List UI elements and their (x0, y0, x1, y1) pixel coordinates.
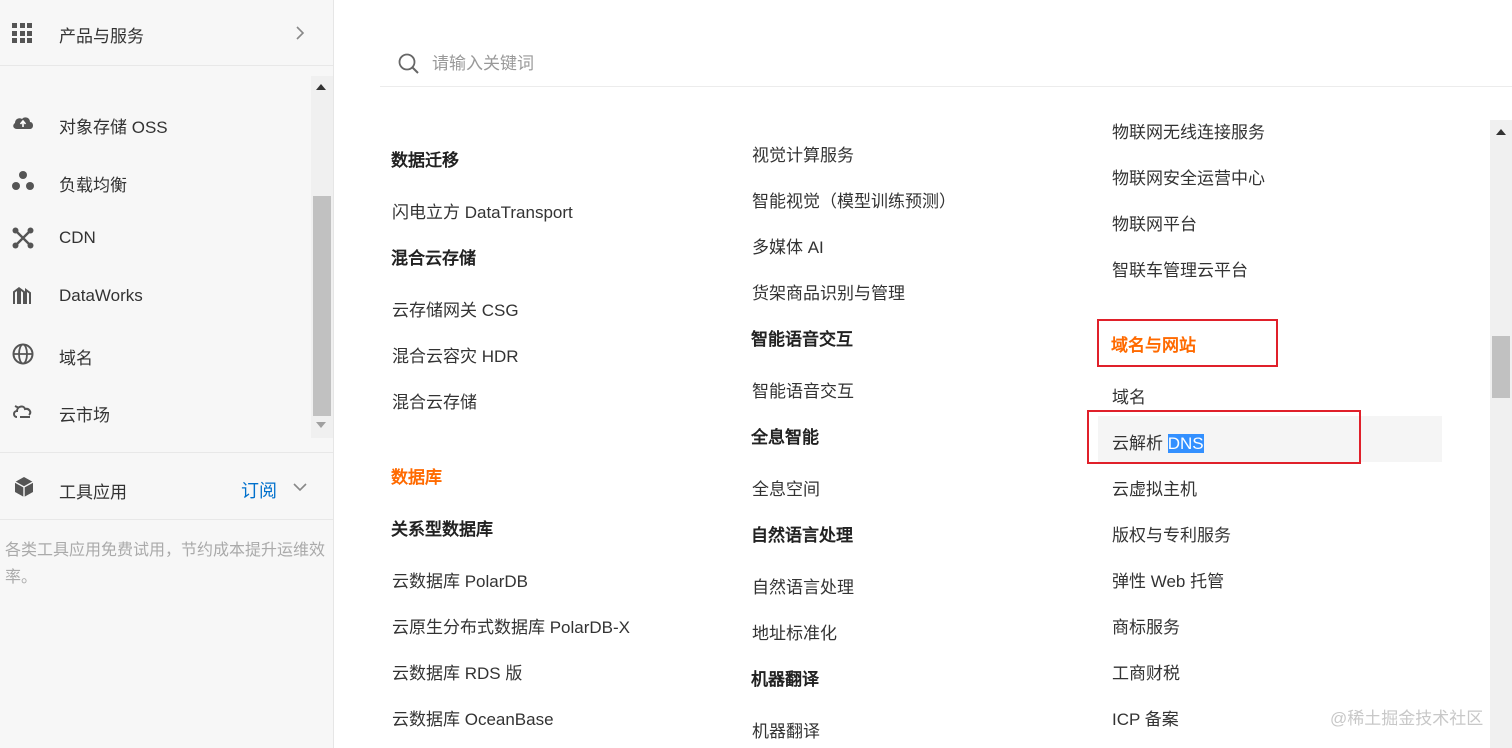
product-link[interactable]: 域名 (1112, 383, 1146, 408)
scroll-up-arrow-icon[interactable] (316, 84, 326, 90)
product-link[interactable]: 商标服务 (1112, 613, 1180, 638)
sidebar-item-cdn[interactable]: CDN (0, 218, 310, 258)
category-heading: 全息智能 (751, 428, 819, 447)
watermark: @稀土掘金技术社区 (1330, 709, 1484, 728)
sidebar-item-load-balancer[interactable]: 负载均衡 (0, 161, 310, 201)
product-link[interactable]: 云虚拟主机 (1112, 475, 1197, 500)
sidebar-item-label: 云市场 (59, 406, 110, 425)
scroll-up-arrow-icon[interactable] (1496, 129, 1506, 135)
product-link[interactable]: 货架商品识别与管理 (752, 279, 905, 304)
product-link[interactable]: 云原生分布式数据库 PolarDB-X (392, 613, 630, 638)
products-services-title: 产品与服务 (59, 27, 144, 46)
sidebar-item-dataworks[interactable]: DataWorks (0, 276, 310, 316)
cdn-icon (12, 227, 34, 249)
sidebar-item-domain[interactable]: 域名 (0, 334, 310, 374)
category-heading: 智能语音交互 (751, 330, 853, 349)
products-services-header[interactable]: 产品与服务 (0, 0, 333, 66)
category-heading: 自然语言处理 (751, 526, 853, 545)
load-balancer-icon (12, 171, 34, 190)
section-title-database: 数据库 (391, 468, 442, 487)
product-link[interactable]: 物联网安全运营中心 (1112, 164, 1265, 189)
category-heading: 数据迁移 (391, 151, 459, 170)
product-link[interactable]: 机器翻译 (752, 717, 820, 742)
product-link[interactable]: 物联网无线连接服务 (1112, 118, 1265, 143)
product-link[interactable]: 物联网平台 (1112, 210, 1197, 235)
highlight-box-cloud-dns (1087, 410, 1361, 464)
cloud-market-icon (13, 405, 32, 418)
sidebar: 产品与服务 对象存储 OSS 负载均衡 CDN DataWorks 域名 云市场 (0, 0, 334, 748)
chevron-right-icon[interactable] (293, 24, 307, 42)
search-input[interactable] (432, 50, 1032, 78)
product-link[interactable]: 云数据库 OceanBase (392, 705, 554, 730)
product-link[interactable]: 智能视觉（模型训练预测） (752, 187, 956, 212)
search-bar (380, 40, 1512, 87)
highlight-box-domain-website (1097, 319, 1278, 367)
cloud-icon (13, 117, 33, 129)
category-heading: 机器翻译 (751, 670, 819, 689)
product-link[interactable]: 弹性 Web 托管 (1112, 567, 1224, 592)
tools-description: 各类工具应用免费试用，节约成本提升运维效率。 (5, 542, 326, 586)
scroll-down-arrow-icon[interactable] (316, 422, 326, 428)
sidebar-item-label: 对象存储 OSS (59, 118, 168, 137)
scrollbar-thumb[interactable] (1492, 336, 1510, 398)
product-link[interactable]: 智能语音交互 (752, 377, 854, 402)
sidebar-item-label: 负载均衡 (59, 176, 127, 195)
tools-section[interactable]: 工具应用 订阅 (0, 452, 333, 520)
sidebar-item-oss[interactable]: 对象存储 OSS (0, 103, 310, 143)
product-link[interactable]: 工商财税 (1112, 659, 1180, 684)
sidebar-scrollbar[interactable] (311, 76, 333, 438)
subscribe-link[interactable]: 订阅 (241, 477, 277, 503)
cube-icon (14, 477, 34, 497)
product-link[interactable]: 全息空间 (752, 475, 820, 500)
product-link[interactable]: 闪电立方 DataTransport (392, 198, 573, 223)
product-link[interactable]: 智联车管理云平台 (1112, 256, 1248, 281)
product-link[interactable]: 自然语言处理 (752, 573, 854, 598)
tools-label: 工具应用 (59, 483, 127, 502)
grid-menu-icon (12, 23, 32, 43)
product-link[interactable]: 版权与专利服务 (1112, 521, 1231, 546)
product-link[interactable]: 云存储网关 CSG (392, 296, 519, 321)
main-scrollbar[interactable] (1490, 120, 1512, 748)
product-link[interactable]: 多媒体 AI (752, 233, 824, 258)
sidebar-item-cloud-market[interactable]: 云市场 (0, 391, 310, 431)
category-heading: 混合云存储 (391, 249, 476, 268)
product-link[interactable]: 地址标准化 (752, 619, 837, 644)
sidebar-item-label: 域名 (59, 349, 93, 368)
sidebar-item-label: CDN (59, 228, 96, 247)
product-link[interactable]: 云数据库 PolarDB (392, 567, 528, 592)
category-heading: 关系型数据库 (391, 520, 493, 539)
product-link[interactable]: ICP 备案 (1112, 705, 1179, 730)
sidebar-list: 对象存储 OSS 负载均衡 CDN DataWorks 域名 云市场 (0, 80, 310, 440)
product-link[interactable]: 混合云容灾 HDR (392, 342, 519, 367)
product-link[interactable]: 云数据库 RDS 版 (392, 659, 522, 684)
chevron-down-icon[interactable] (292, 481, 308, 493)
product-link[interactable]: 视觉计算服务 (752, 141, 854, 166)
scrollbar-thumb[interactable] (313, 196, 331, 416)
search-icon (398, 53, 419, 74)
sidebar-item-label: DataWorks (59, 286, 143, 305)
dataworks-icon (13, 287, 31, 304)
globe-icon (12, 343, 34, 365)
product-link[interactable]: 混合云存储 (392, 388, 477, 413)
